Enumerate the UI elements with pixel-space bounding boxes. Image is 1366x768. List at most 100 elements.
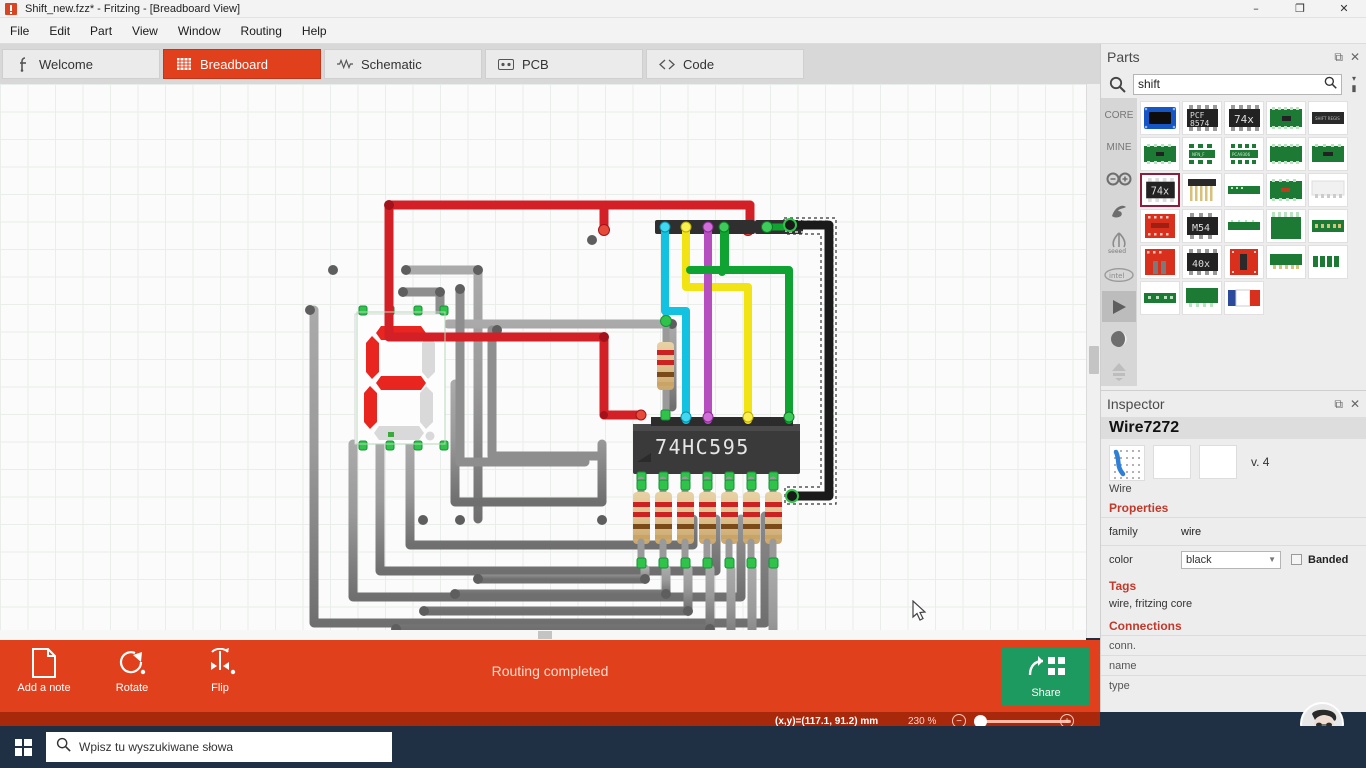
color-label: color (1109, 553, 1133, 566)
part-red-board-1[interactable] (1140, 209, 1180, 243)
breadboard-canvas[interactable]: 74HC595 (0, 84, 1086, 638)
bin-mine[interactable]: MINE (1102, 132, 1136, 163)
part-green-board-3[interactable] (1266, 137, 1306, 171)
part-pca9306-board[interactable]: PCA9306 (1224, 137, 1264, 171)
part-green-strip-2[interactable] (1224, 209, 1264, 243)
svg-text:intel: intel (1109, 272, 1124, 280)
property-color-row: color black ▼ Banded (1101, 545, 1366, 573)
part-white-strip[interactable] (1308, 173, 1348, 207)
banded-checkbox[interactable] (1291, 554, 1302, 565)
conn-row: conn. (1101, 635, 1366, 655)
part-green-board-7[interactable] (1308, 209, 1348, 243)
part-74x-1[interactable]: 74x (1224, 101, 1264, 135)
sparkfun-icon[interactable] (1102, 196, 1136, 227)
title-bar: Shift_new.fzz* - Fritzing - [Breadboard … (0, 0, 1366, 18)
part-red-board-3[interactable] (1224, 245, 1264, 279)
part-red-board-2[interactable] (1140, 245, 1180, 279)
maximize-button[interactable]: ❐ (1278, 0, 1322, 18)
tab-schematic[interactable]: Schematic (324, 49, 482, 79)
color-select[interactable]: black ▼ (1181, 550, 1281, 569)
canvas-horizontal-scrollbar[interactable] (0, 630, 1086, 640)
search-submit-icon[interactable] (1324, 76, 1337, 92)
share-button[interactable]: Share (1002, 648, 1090, 706)
part-green-board-9[interactable] (1308, 245, 1348, 279)
part-shift-register-white[interactable]: SHIFT REGIS (1308, 101, 1348, 135)
part-green-strip-3[interactable] (1140, 281, 1180, 315)
tab-code[interactable]: Code (646, 49, 804, 79)
moon-icon[interactable] (1102, 323, 1136, 354)
zoom-slider[interactable] (975, 720, 1071, 723)
intel-icon[interactable]: intel (1102, 259, 1136, 290)
parts-grid: PCF 8574 74x SHIFT REGIS NFN_F PCA9306 7… (1137, 98, 1366, 386)
arduino-icon[interactable] (1102, 164, 1136, 195)
minimize-button[interactable]: – (1234, 0, 1278, 18)
chevron-down-icon: ▼ (1268, 555, 1276, 564)
inspector-preview-row: v. 4 (1101, 439, 1366, 481)
part-flag[interactable] (1224, 281, 1264, 315)
inspector-undock-icon[interactable]: ⧉ (1334, 397, 1343, 412)
play-icon[interactable] (1102, 291, 1136, 323)
bottom-toolbar: Routing completed Add a note Rotate Flip (0, 640, 1100, 712)
menu-edit[interactable]: Edit (39, 21, 80, 41)
svg-text:seeed: seeed (1108, 248, 1126, 254)
tab-pcb[interactable]: PCB (485, 49, 643, 79)
flip-label: Flip (211, 682, 229, 694)
part-green-board-1[interactable] (1266, 101, 1306, 135)
part-74x-2[interactable]: 74x (1140, 173, 1180, 207)
parts-close-icon[interactable]: ✕ (1350, 50, 1360, 65)
menu-routing[interactable]: Routing (231, 21, 292, 41)
banded-label: Banded (1308, 553, 1349, 566)
part-40x[interactable]: 40x (1182, 245, 1222, 279)
start-button[interactable] (0, 726, 46, 768)
tab-welcome[interactable]: Welcome (2, 49, 160, 79)
part-green-board-4[interactable] (1308, 137, 1348, 171)
part-green-board-5[interactable] (1266, 173, 1306, 207)
part-green-board-8[interactable] (1266, 245, 1306, 279)
tags-value: wire, fritzing core (1109, 598, 1193, 610)
flip-button[interactable]: Flip (178, 646, 262, 704)
mouse-cursor (912, 600, 927, 621)
taskbar-search-placeholder: Wpisz tu wyszukiwane słowa (79, 740, 234, 754)
svg-text:40x: 40x (1192, 259, 1210, 270)
upload-icon[interactable] (1102, 355, 1136, 386)
svg-text:SHIFT REGIS: SHIFT REGIS (1315, 116, 1340, 121)
part-green-strip-1[interactable] (1224, 173, 1264, 207)
menu-file[interactable]: File (0, 21, 39, 41)
property-family-row: family wire (1101, 517, 1366, 545)
inspector-close-icon[interactable]: ✕ (1350, 397, 1360, 412)
seeed-icon[interactable]: seeed (1102, 228, 1136, 259)
vscroll-thumb[interactable] (1089, 346, 1099, 374)
add-note-button[interactable]: Add a note (2, 646, 86, 704)
share-label: Share (1031, 687, 1061, 699)
close-button[interactable]: ✕ (1322, 0, 1366, 18)
pcb-chip-icon (498, 57, 514, 71)
menu-help[interactable]: Help (292, 21, 337, 41)
parts-search-box[interactable] (1133, 73, 1342, 95)
svg-text:74x: 74x (1151, 187, 1169, 198)
search-input[interactable] (1138, 77, 1324, 91)
part-pcf8574[interactable]: PCF 8574 (1182, 101, 1222, 135)
tab-breadboard[interactable]: Breadboard (163, 49, 321, 79)
part-green-board-2[interactable] (1140, 137, 1180, 171)
parts-menu-icon[interactable]: ▾ ▮ (1348, 74, 1360, 94)
search-icon (56, 737, 71, 757)
zoom-percentage: 230 % (908, 715, 937, 727)
menu-part[interactable]: Part (80, 21, 122, 41)
part-green-board-10[interactable] (1182, 281, 1222, 315)
part-m54[interactable]: M54 (1182, 209, 1222, 243)
rotate-button[interactable]: Rotate (90, 646, 174, 704)
canvas-vertical-scrollbar[interactable] (1086, 84, 1100, 638)
window-title: Shift_new.fzz* - Fritzing - [Breadboard … (25, 2, 241, 15)
part-nfn-board[interactable]: NFN_F (1182, 137, 1222, 171)
part-lcd-display[interactable] (1140, 101, 1180, 135)
menu-view[interactable]: View (122, 21, 168, 41)
parts-undock-icon[interactable]: ⧉ (1334, 50, 1343, 65)
bin-core[interactable]: CORE (1102, 100, 1136, 131)
taskbar-search-box[interactable]: Wpisz tu wyszukiwane słowa (46, 732, 392, 762)
part-header-pins[interactable] (1182, 173, 1222, 207)
menu-window[interactable]: Window (168, 21, 231, 41)
fritzing-icon (5, 2, 17, 15)
inspector-preview-slot-2 (1153, 445, 1191, 479)
part-green-board-6[interactable] (1266, 209, 1306, 243)
hscroll-thumb[interactable] (538, 631, 552, 639)
